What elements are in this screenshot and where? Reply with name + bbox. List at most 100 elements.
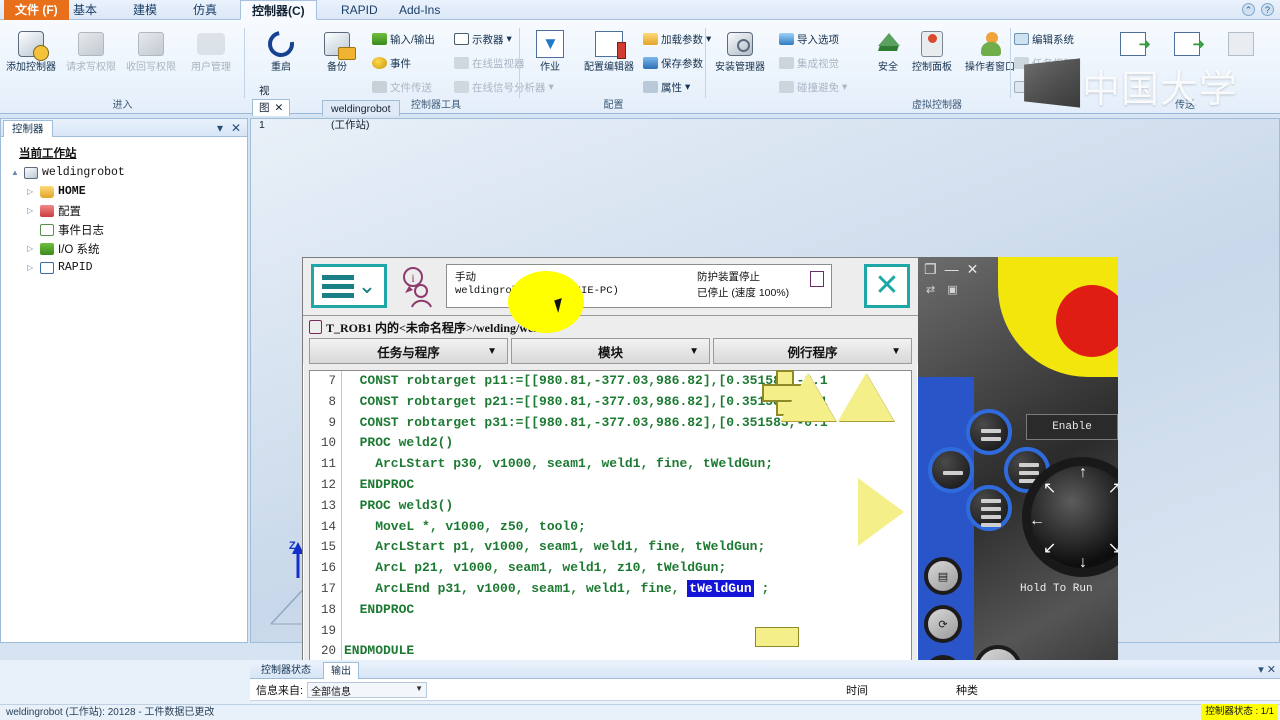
user-management-button[interactable]: 用户管理 <box>182 26 240 73</box>
tab-controller[interactable]: 控制器(C) <box>240 0 317 20</box>
mooc-logo <box>1024 58 1081 108</box>
selector-label: 任务与程序 <box>377 345 440 360</box>
selected-token[interactable]: tWeldGun <box>687 579 754 597</box>
expander-icon[interactable]: ▷ <box>27 206 36 215</box>
menu-icon[interactable]: ⌄ <box>311 264 387 308</box>
close-icon[interactable]: ✕ <box>967 261 979 278</box>
transfer-import-button[interactable] <box>1158 26 1216 62</box>
transfer-export-icon <box>1104 26 1162 62</box>
tree-node-rapid[interactable]: ▷ RAPID <box>5 258 243 277</box>
tab-controller-status[interactable]: 控制器状态 <box>254 662 318 679</box>
close-icon[interactable]: ✕ <box>231 121 241 135</box>
code-line[interactable] <box>344 621 911 642</box>
minimize-icon[interactable]: ― <box>945 261 959 278</box>
line-number: 7 <box>328 374 336 388</box>
code-line[interactable]: ENDPROC <box>344 475 911 496</box>
close-icon[interactable]: ✕ <box>864 264 910 308</box>
code-line[interactable]: CONST robtarget p21:=[[980.81,-377.03,98… <box>344 392 911 413</box>
integrated-vision-button[interactable]: 集成视觉 <box>779 52 839 74</box>
tree-node-home[interactable]: ▷ HOME <box>5 182 243 201</box>
code-line[interactable]: PROC weld3() <box>344 496 911 517</box>
tree-node-weldingrobot[interactable]: ▲ weldingrobot <box>5 163 243 182</box>
request-write-access-button[interactable]: 请求写权限 <box>62 26 120 73</box>
emergency-stop-button[interactable] <box>1056 285 1118 357</box>
tree-node-configuration[interactable]: ▷ 配置 <box>5 201 243 220</box>
code-line[interactable]: ArcLEnd p31, v1000, seam1, weld1, fine, … <box>344 579 911 600</box>
tab-modeling[interactable]: 建模 <box>122 0 168 20</box>
code-line[interactable]: ArcLStart p30, v1000, seam1, weld1, fine… <box>344 454 911 475</box>
arrow-up-left-icon: ↖ <box>1043 480 1057 497</box>
event-icon <box>372 57 387 69</box>
code-line[interactable]: MoveL *, v1000, z50, tool0; <box>344 517 911 538</box>
online-monitor-button[interactable]: 在线监视器 <box>454 52 525 74</box>
programmable-key-1[interactable] <box>966 409 1012 455</box>
event-button[interactable]: 事件 <box>372 52 411 74</box>
install-manager-label: 安装管理器 <box>715 62 765 73</box>
expander-icon[interactable]: ▷ <box>27 244 36 253</box>
programmable-key-4[interactable] <box>966 485 1012 531</box>
add-controller-button[interactable]: 添加控制器 <box>2 26 60 73</box>
transfer-export-button[interactable] <box>1104 26 1162 62</box>
tab-file[interactable]: 文件 (F) <box>4 0 69 20</box>
ribbon-tab-strip: 文件 (F) 基本 建模 仿真 控制器(C) RAPID Add-Ins ⌃ ? <box>0 0 1280 20</box>
backup-button[interactable]: 备份 <box>308 26 366 73</box>
source-filter-select[interactable]: 全部信息 ▼ <box>307 681 428 698</box>
module-selector[interactable]: 模块 ▼ <box>511 338 710 364</box>
task-and-program-selector[interactable]: 任务与程序 ▼ <box>309 338 508 364</box>
control-panel-button[interactable]: 控制面板 <box>903 26 961 73</box>
release-write-access-button[interactable]: 收回写权限 <box>122 26 180 73</box>
help-icon[interactable]: ? <box>1261 3 1274 16</box>
tree-node-io-system[interactable]: ▷ I/O 系统 <box>5 239 243 258</box>
code-line[interactable]: CONST robtarget p31:=[[980.81,-377.03,98… <box>344 413 911 434</box>
tab-output[interactable]: 输出 <box>323 662 359 679</box>
code-line[interactable]: ENDPROC <box>344 600 911 621</box>
tool-select-icon[interactable]: ▤ <box>924 557 962 595</box>
programmable-key-2[interactable] <box>928 447 974 493</box>
tab-addins[interactable]: Add-Ins <box>388 0 451 20</box>
tab-rapid[interactable]: RAPID <box>330 0 389 20</box>
controller-browser-tab[interactable]: 控制器 <box>3 120 53 137</box>
line-number: 15 <box>320 540 336 555</box>
document-tab-weldingrobot[interactable]: weldingrobot (工作站) <box>322 100 400 131</box>
program-path-label: T_ROB1 内的<未命名程序>/welding/weld3 <box>326 320 550 335</box>
expander-icon[interactable]: ▷ <box>27 187 36 196</box>
restart-button[interactable]: 重启 <box>252 25 310 73</box>
properties-button[interactable]: 属性 ▾ <box>643 76 690 98</box>
import-options-icon <box>779 33 794 45</box>
document-tab-view1[interactable]: 视图1 ✕ <box>252 85 291 131</box>
pin-icon[interactable]: ▾ <box>217 121 223 135</box>
collision-avoidance-button[interactable]: 碰撞避免 ▾ <box>779 76 847 98</box>
close-icon[interactable]: ✕ <box>275 100 284 117</box>
transfer-disabled-button[interactable] <box>1212 26 1270 62</box>
code-line[interactable]: CONST robtarget p11:=[[980.81,-377.03,98… <box>344 371 911 392</box>
tree-node-event-log[interactable]: 事件日志 <box>5 220 243 239</box>
code-line[interactable]: ArcL p21, v1000, seam1, weld1, z10, tWel… <box>344 558 911 579</box>
config-editor-button[interactable]: 配置编辑器 <box>577 26 641 73</box>
edit-system-label: 编辑系统 <box>1032 33 1074 46</box>
file-transfer-button[interactable]: 文件传送 <box>372 76 432 98</box>
expander-icon[interactable]: ▷ <box>27 263 36 272</box>
collapse-ribbon-icon[interactable]: ⌃ <box>1242 3 1255 16</box>
code-line[interactable]: ArcLStart p1, v1000, seam1, weld1, fine,… <box>344 537 911 558</box>
edit-system-button[interactable]: 编辑系统 <box>1014 28 1074 50</box>
operator-info-icon[interactable]: i <box>399 266 441 308</box>
job-button[interactable]: 作业 <box>521 26 579 73</box>
install-manager-button[interactable]: 安装管理器 <box>707 26 773 73</box>
import-options-button[interactable]: 导入选项 <box>779 28 839 50</box>
tab-simulation[interactable]: 仿真 <box>182 0 228 20</box>
io-button[interactable]: 输入/输出 <box>372 28 435 50</box>
camera-icon[interactable]: ▣ <box>947 283 957 296</box>
tree-node-label: 配置 <box>58 205 81 218</box>
code-line[interactable]: PROC weld2() <box>344 433 911 454</box>
restore-icon[interactable]: ❐ <box>924 261 937 278</box>
routine-selector[interactable]: 例行程序 ▼ <box>713 338 912 364</box>
teach-pendant-button[interactable]: 示教器 ▾ <box>454 28 512 50</box>
motor-on-icon[interactable]: ⟳ <box>924 605 962 643</box>
save-parameters-button[interactable]: 保存参数 <box>643 52 703 74</box>
expander-icon[interactable]: ▲ <box>11 168 20 177</box>
load-parameters-button[interactable]: 加载参数 ▾ <box>643 28 711 50</box>
run-state: 已停止 (速度 100%) <box>697 287 790 299</box>
pin-icon[interactable]: ▾ ✕ <box>1258 663 1276 676</box>
tab-basic[interactable]: 基本 <box>62 0 108 20</box>
swap-icon[interactable]: ⇄ <box>926 283 935 296</box>
